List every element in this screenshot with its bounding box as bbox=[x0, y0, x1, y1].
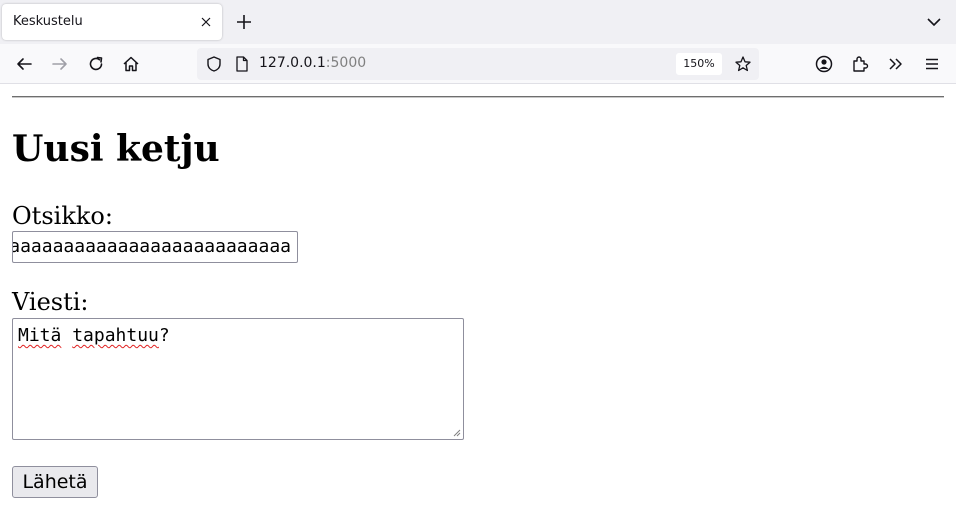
extensions-icon[interactable] bbox=[850, 54, 870, 74]
message-label: Viesti: bbox=[12, 288, 89, 316]
account-icon[interactable] bbox=[814, 54, 834, 74]
resize-grip-icon[interactable] bbox=[451, 427, 461, 437]
message-word: tapahtuu bbox=[72, 325, 159, 346]
url-host: 127.0.0.1 bbox=[259, 55, 326, 71]
plus-icon[interactable] bbox=[234, 12, 254, 32]
zoom-level-button[interactable]: 150% bbox=[676, 53, 722, 75]
chevron-down-icon[interactable] bbox=[924, 12, 944, 32]
more-tools-icon[interactable] bbox=[886, 54, 906, 74]
url-bar[interactable]: 127.0.0.1:5000 150% bbox=[197, 48, 759, 80]
star-icon[interactable] bbox=[734, 55, 752, 73]
tab-bar: Keskustelu bbox=[0, 0, 956, 44]
page-title: Uusi ketju bbox=[12, 128, 220, 170]
title-label: Otsikko: bbox=[12, 202, 113, 230]
home-icon[interactable] bbox=[121, 54, 141, 74]
message-textarea[interactable]: Mitä tapahtuu? bbox=[12, 318, 464, 440]
url-text[interactable]: 127.0.0.1:5000 bbox=[259, 55, 366, 71]
divider bbox=[12, 96, 944, 98]
shield-icon[interactable] bbox=[205, 55, 223, 73]
message-word: Mitä bbox=[18, 325, 62, 346]
forward-arrow-icon[interactable] bbox=[50, 54, 70, 74]
submit-button[interactable]: Lähetä bbox=[12, 466, 98, 498]
message-textarea-value: Mitä tapahtuu? bbox=[18, 325, 170, 347]
title-input[interactable]: aaaaaaaaaaaaaaaaaaaaaaaaaa bbox=[12, 231, 298, 263]
url-port: :5000 bbox=[325, 55, 367, 71]
close-icon[interactable] bbox=[198, 14, 214, 30]
page-content: Uusi ketju Otsikko: aaaaaaaaaaaaaaaaaaaa… bbox=[0, 85, 956, 510]
back-arrow-icon[interactable] bbox=[14, 54, 34, 74]
page-icon[interactable] bbox=[233, 55, 251, 73]
title-input-value: aaaaaaaaaaaaaaaaaaaaaaaaaa bbox=[12, 236, 291, 257]
menu-icon[interactable] bbox=[922, 54, 942, 74]
tab-keskustelu[interactable]: Keskustelu bbox=[2, 4, 222, 40]
message-word: ? bbox=[158, 325, 170, 346]
reload-icon[interactable] bbox=[86, 54, 106, 74]
tab-title: Keskustelu bbox=[13, 14, 83, 29]
